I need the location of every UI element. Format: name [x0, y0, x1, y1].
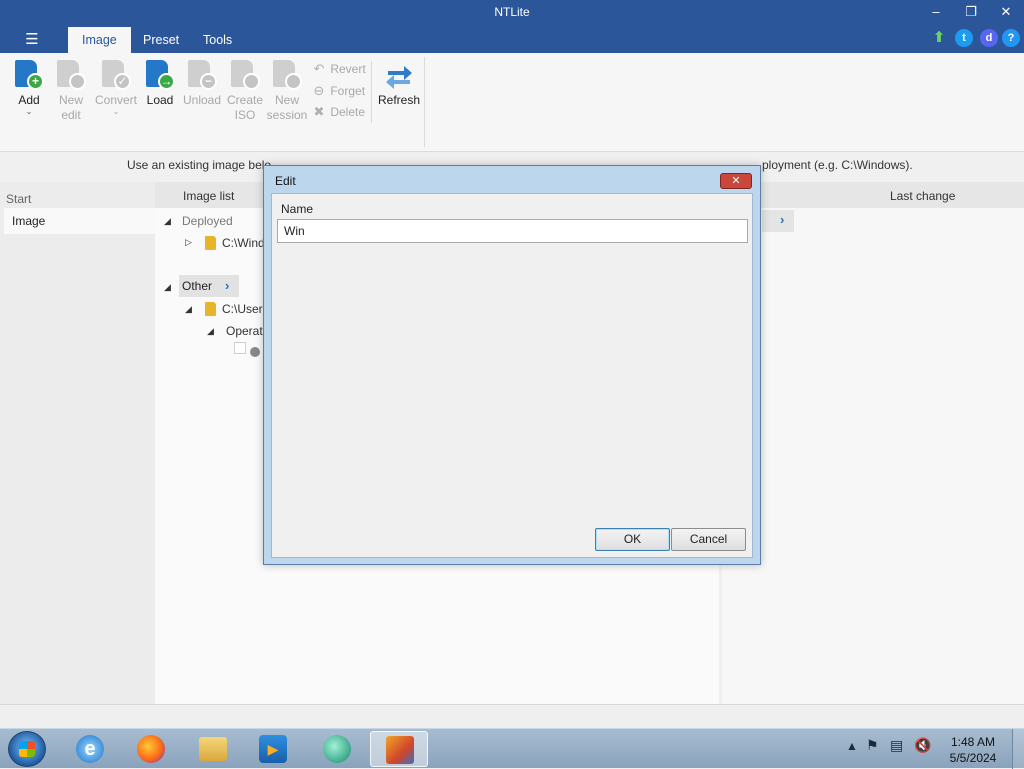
revert-button[interactable]: ↶ Revert	[311, 59, 366, 79]
delete-x-icon: ✖	[313, 104, 325, 119]
start-button[interactable]	[8, 731, 46, 767]
new-edit-button[interactable]: New edit	[51, 59, 91, 123]
hamburger-menu-icon[interactable]: ☰	[20, 30, 44, 50]
info-text: Use an existing image belo	[127, 158, 272, 172]
chevron-down-icon: ⌄	[25, 107, 33, 116]
show-hidden-icons[interactable]: ▲	[846, 739, 858, 753]
discord-icon[interactable]: d	[980, 29, 998, 47]
network-icon[interactable]: ▤	[890, 737, 903, 754]
new-edit-icon	[55, 59, 87, 91]
taskbar-app-media-player[interactable]: ▶	[244, 731, 302, 767]
load-button[interactable]: → Load	[140, 59, 180, 108]
status-bar	[0, 704, 1024, 728]
collapse-arrow-icon[interactable]: ◢	[207, 326, 214, 337]
other-path-item[interactable]: C:\Users	[222, 302, 269, 316]
details-header: Last change	[722, 182, 1024, 208]
forget-button[interactable]: ⊖ Forget	[311, 81, 365, 101]
new-session-icon	[271, 59, 303, 91]
folder-icon	[205, 236, 216, 250]
unload-icon: −	[186, 59, 218, 91]
name-label: Name	[281, 202, 314, 216]
taskbar-app-ntlite[interactable]	[370, 731, 428, 767]
taskbar-app-ie[interactable]: e	[61, 731, 119, 767]
restore-button[interactable]: ❐	[954, 2, 988, 22]
details-panel: Last change ›	[722, 182, 1024, 704]
refresh-button[interactable]: Refresh	[377, 59, 421, 108]
forget-icon: ⊖	[313, 83, 325, 98]
sidebar-item-image[interactable]: Image	[4, 208, 155, 234]
folder-icon	[205, 302, 216, 316]
create-iso-button[interactable]: Create ISO	[225, 59, 265, 123]
create-iso-icon	[229, 59, 261, 91]
chevron-right-icon: ›	[780, 212, 785, 227]
chevron-right-icon: ›	[225, 278, 230, 293]
edit-dialog: Edit ✕ Name OK Cancel	[263, 165, 761, 565]
delete-button[interactable]: ✖ Delete	[311, 102, 365, 122]
details-nav-button[interactable]: ›	[762, 210, 794, 232]
show-desktop-button[interactable]	[1012, 729, 1024, 769]
browser-icon	[323, 735, 351, 763]
unload-button[interactable]: − Unload	[181, 59, 223, 108]
convert-icon: ✓	[100, 59, 132, 91]
os-child-item[interactable]: Operat	[226, 324, 263, 338]
taskbar-app-browser[interactable]	[308, 731, 366, 767]
ok-button[interactable]: OK	[595, 528, 670, 551]
dialog-title: Edit	[275, 174, 296, 188]
load-image-icon: →	[144, 59, 176, 91]
title-bar: NTLite – ❐ ✕ ☰ Image Preset Tools ⬆ t d …	[0, 0, 1024, 53]
chevron-down-icon: ⌄	[112, 107, 120, 116]
close-button[interactable]: ✕	[989, 2, 1023, 22]
media-player-icon: ▶	[259, 735, 287, 763]
new-session-button[interactable]: New session	[266, 59, 308, 123]
name-input[interactable]	[277, 219, 748, 243]
expand-arrow-icon[interactable]: ▷	[185, 237, 192, 248]
info-text-right: ployment (e.g. C:\Windows).	[762, 158, 913, 172]
convert-button[interactable]: ✓ Convert ⌄	[94, 59, 138, 116]
windows-logo-icon	[19, 741, 35, 757]
internet-explorer-icon: e	[76, 735, 104, 763]
collapse-arrow-icon[interactable]: ◢	[164, 282, 171, 293]
add-image-icon: +	[13, 59, 45, 91]
minimize-button[interactable]: –	[919, 2, 953, 22]
ribbon-group-end	[424, 57, 425, 147]
clock-time: 1:48 AM	[950, 735, 996, 749]
group-other-button[interactable]: Other ›	[179, 275, 239, 297]
sidebar-heading: Start	[6, 192, 32, 206]
checkbox[interactable]	[234, 342, 246, 354]
ntlite-icon	[386, 736, 414, 764]
refresh-icon	[383, 59, 415, 91]
window-title: NTLite	[494, 5, 530, 19]
image-list-column[interactable]: Image list	[183, 189, 234, 203]
twitter-icon[interactable]: t	[955, 29, 973, 47]
taskbar-clock[interactable]: 1:48 AM 5/5/2024	[945, 734, 1001, 766]
tab-preset[interactable]: Preset	[129, 27, 193, 53]
collapse-arrow-icon[interactable]: ◢	[185, 304, 192, 315]
tab-tools[interactable]: Tools	[189, 27, 246, 53]
tab-image[interactable]: Image	[68, 27, 131, 53]
update-arrow-icon[interactable]: ⬆	[930, 29, 948, 47]
dialog-body: Name OK Cancel	[271, 193, 753, 558]
group-deployed: Deployed	[182, 214, 233, 228]
taskbar-app-explorer[interactable]	[184, 731, 242, 767]
ribbon-divider	[371, 61, 372, 123]
dialog-close-button[interactable]: ✕	[720, 173, 752, 189]
clock-date: 5/5/2024	[949, 751, 997, 765]
cancel-button[interactable]: Cancel	[671, 528, 746, 551]
taskbar: e ▶ ▲ ⚑ ▤ 🔇 1:48 AM 5/5/2024	[0, 728, 1024, 769]
help-icon[interactable]: ?	[1002, 29, 1020, 47]
ribbon-toolbar: + Add ⌄ New edit ✓ Convert ⌄ → Load − Un…	[0, 53, 1024, 152]
file-explorer-icon	[199, 737, 227, 761]
add-button[interactable]: + Add ⌄	[9, 59, 49, 116]
sidebar: Start Image	[0, 182, 155, 704]
last-change-column[interactable]: Last change	[890, 189, 955, 203]
volume-muted-icon[interactable]: 🔇	[914, 737, 931, 754]
firefox-icon	[137, 735, 165, 763]
taskbar-app-firefox[interactable]	[122, 731, 180, 767]
action-center-flag-icon[interactable]: ⚑	[866, 737, 879, 754]
deployed-path-item[interactable]: C:\Wind	[222, 236, 265, 250]
undo-icon: ↶	[313, 61, 325, 76]
collapse-arrow-icon[interactable]: ◢	[164, 216, 171, 227]
edition-icon	[250, 347, 260, 357]
